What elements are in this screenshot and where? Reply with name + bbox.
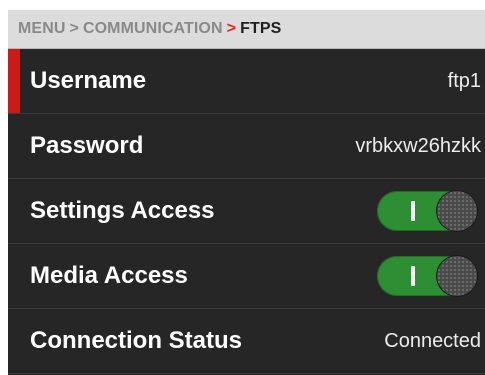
password-label: Password [30, 132, 144, 159]
ftps-settings-panel: MENU > COMMUNICATION > FTPS Username ftp… [8, 10, 485, 375]
toggle-knob[interactable] [437, 256, 477, 296]
settings-access-label: Settings Access [30, 197, 215, 224]
breadcrumb-communication[interactable]: COMMUNICATION [83, 20, 223, 38]
username-value: ftp1 [447, 69, 481, 92]
password-value: vrbkxw26hzkk [355, 134, 481, 157]
setting-row-settings-access[interactable]: Settings Access [8, 179, 485, 244]
breadcrumb: MENU > COMMUNICATION > FTPS [8, 10, 485, 49]
toggle-knob[interactable] [437, 191, 477, 231]
setting-row-password[interactable]: Password vrbkxw26hzkk [8, 114, 485, 179]
setting-row-connection-status: Connection Status Connected [8, 309, 485, 374]
setting-row-username[interactable]: Username ftp1 [8, 49, 485, 114]
toggle-on-indicator-icon [411, 201, 415, 221]
breadcrumb-menu[interactable]: MENU [18, 20, 66, 38]
username-label: Username [30, 67, 147, 94]
breadcrumb-separator: > [69, 20, 79, 37]
breadcrumb-active-arrow-icon: > [226, 20, 237, 37]
media-access-label: Media Access [30, 262, 188, 289]
settings-access-toggle[interactable] [377, 191, 481, 231]
media-access-toggle[interactable] [377, 256, 481, 296]
connection-status-label: Connection Status [30, 327, 243, 354]
toggle-on-indicator-icon [411, 266, 415, 286]
connection-status-value: Connected [384, 329, 481, 352]
settings-list: Username ftp1 Password vrbkxw26hzkk Sett… [8, 49, 485, 374]
breadcrumb-current-ftps: FTPS [240, 20, 282, 37]
setting-row-media-access[interactable]: Media Access [8, 244, 485, 309]
